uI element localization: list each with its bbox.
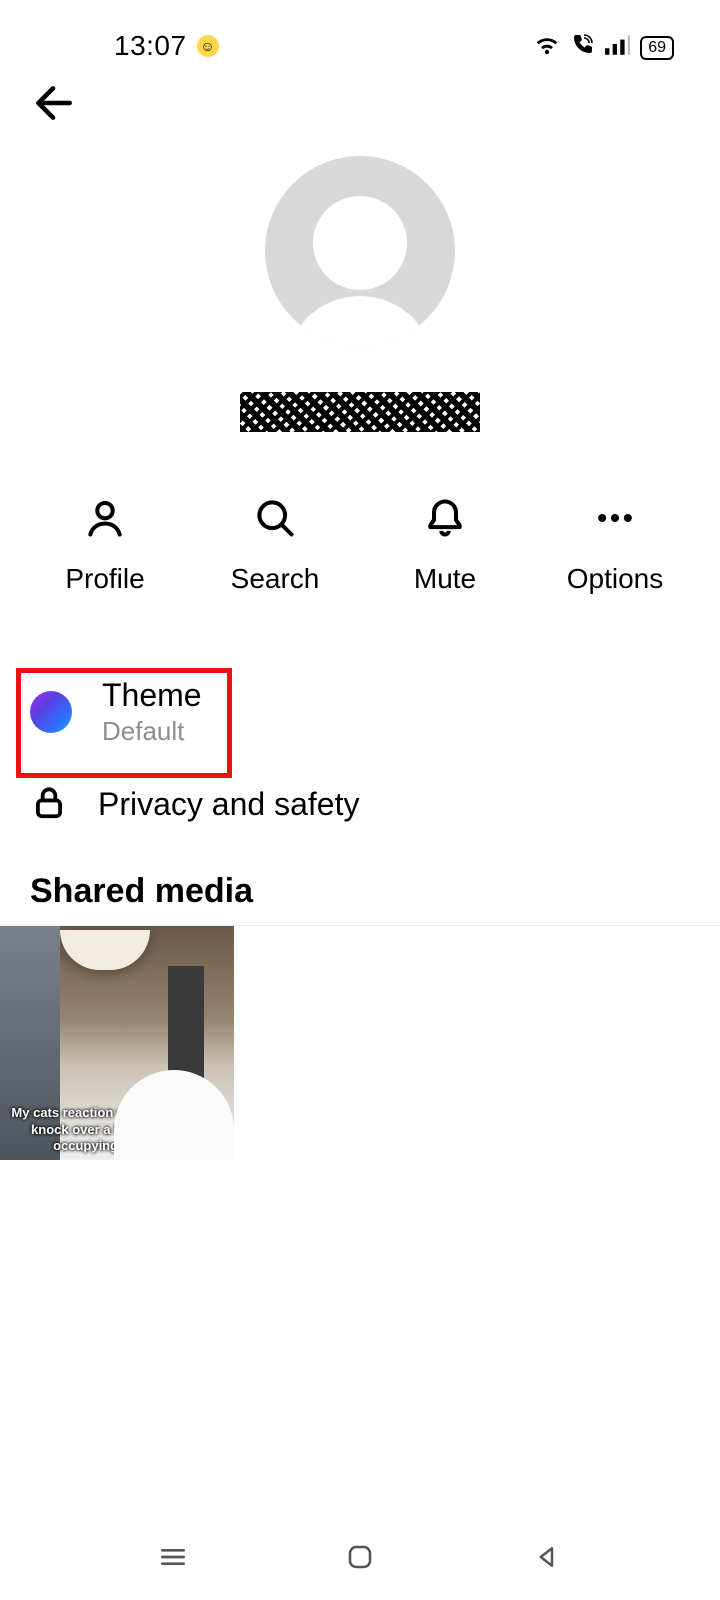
battery-icon: 69 bbox=[640, 36, 674, 60]
theme-title: Theme bbox=[102, 677, 202, 714]
media-item[interactable]: My cats reaction when he couldn't knock … bbox=[0, 926, 234, 1160]
avatar-section bbox=[0, 156, 720, 346]
avatar[interactable] bbox=[265, 156, 455, 346]
lock-icon bbox=[30, 783, 68, 826]
username bbox=[0, 392, 720, 442]
system-navbar bbox=[0, 1514, 720, 1600]
settings-list: Theme Default Privacy and safety bbox=[0, 659, 720, 844]
status-left: 13:07 ☺ bbox=[114, 30, 219, 62]
recents-button[interactable] bbox=[151, 1535, 195, 1579]
battery-level: 69 bbox=[648, 39, 666, 56]
shared-media-grid: My cats reaction when he couldn't knock … bbox=[0, 925, 720, 1160]
options-action[interactable]: Options bbox=[540, 496, 690, 595]
media-caption: My cats reaction when he couldn't knock … bbox=[0, 1105, 234, 1154]
header bbox=[0, 70, 720, 140]
search-action[interactable]: Search bbox=[200, 496, 350, 595]
privacy-row[interactable]: Privacy and safety bbox=[0, 765, 720, 844]
back-nav-button[interactable] bbox=[525, 1535, 569, 1579]
shared-media-title: Shared media bbox=[0, 844, 720, 925]
theme-gradient-icon bbox=[30, 691, 72, 733]
mute-label: Mute bbox=[414, 563, 476, 595]
person-icon bbox=[83, 496, 127, 545]
mute-action[interactable]: Mute bbox=[370, 496, 520, 595]
status-right: 69 bbox=[534, 33, 674, 62]
wifi-icon bbox=[534, 34, 560, 61]
search-label: Search bbox=[231, 563, 320, 595]
call-icon bbox=[570, 33, 594, 62]
profile-label: Profile bbox=[65, 563, 144, 595]
privacy-title: Privacy and safety bbox=[98, 786, 359, 823]
search-icon bbox=[253, 496, 297, 545]
theme-subtitle: Default bbox=[102, 716, 202, 747]
bell-icon bbox=[423, 496, 467, 545]
theme-row[interactable]: Theme Default bbox=[0, 659, 720, 765]
actions-row: Profile Search Mute Options bbox=[0, 496, 720, 595]
back-button[interactable] bbox=[28, 78, 78, 133]
status-bar: 13:07 ☺ 69 bbox=[0, 0, 720, 70]
home-button[interactable] bbox=[338, 1535, 382, 1579]
signal-icon bbox=[604, 34, 630, 61]
dots-icon bbox=[593, 496, 637, 545]
status-emoji-icon: ☺ bbox=[197, 35, 219, 57]
username-redacted bbox=[240, 392, 480, 432]
options-label: Options bbox=[567, 563, 664, 595]
status-time: 13:07 bbox=[114, 30, 187, 62]
profile-action[interactable]: Profile bbox=[30, 496, 180, 595]
